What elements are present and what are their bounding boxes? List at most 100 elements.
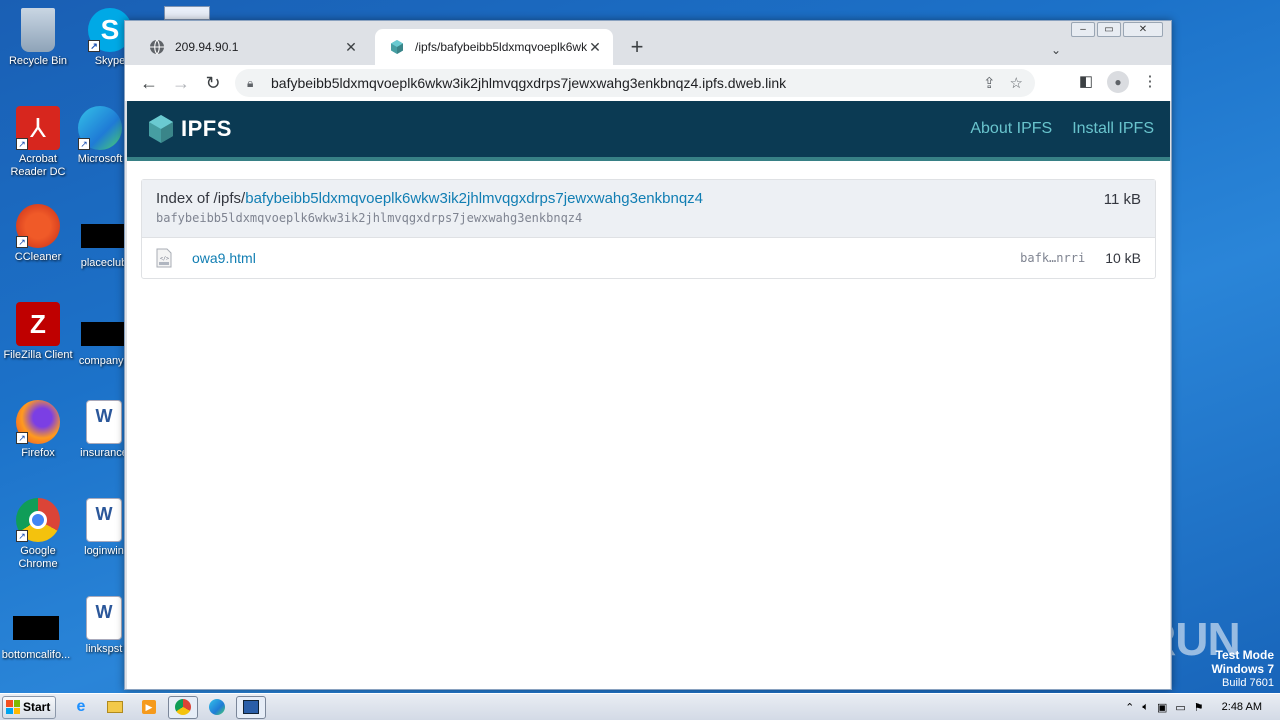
edge-icon: ↗ [78, 106, 122, 150]
url-text[interactable]: bafybeibb5ldxmqvoeplk6wkw3ik2jhlmvqgxdrp… [271, 75, 969, 91]
file-cid[interactable]: bafk…nrri [1020, 251, 1085, 265]
shortcut-arrow-icon: ↗ [16, 236, 28, 248]
network-icon[interactable]: ▣ [1157, 701, 1167, 714]
filezilla-icon: Z [16, 302, 60, 346]
header-nav: About IPFS Install IPFS [970, 120, 1154, 138]
chrome-icon[interactable] [168, 695, 198, 719]
word-document-icon: W [86, 596, 122, 640]
tab-title: 209.94.90.1 [175, 40, 239, 54]
chrome-icon: ↗ [16, 498, 60, 542]
file-thumbnail [81, 224, 127, 248]
tab-ip-address[interactable]: 209.94.90.1 ✕ [135, 29, 369, 65]
recycle-bin-icon [21, 8, 55, 52]
terminal-icon[interactable] [236, 695, 266, 719]
desktop-icon-label: Firefox [21, 447, 55, 459]
desktop-icon-recycle-bin[interactable]: Recycle Bin [0, 8, 76, 68]
about-ipfs-link[interactable]: About IPFS [970, 120, 1052, 138]
clock[interactable]: 2:48 AM [1222, 701, 1262, 713]
show-hidden-icons-icon[interactable]: ⌃ [1125, 701, 1134, 714]
acrobat-icon: ⅄ ↗ [16, 106, 60, 150]
logo-text: IPFS [181, 116, 232, 141]
side-panel-icon[interactable]: ◧ [1075, 71, 1097, 93]
tab-strip: 209.94.90.1 ✕ /ipfs/bafybeibb5ldxmqvoepl… [125, 29, 1171, 65]
desktop-icon-label: insurance [80, 447, 128, 459]
new-tab-button[interactable]: + [625, 35, 649, 59]
globe-icon [150, 39, 164, 55]
desktop-icon-ccleaner[interactable]: ↗ CCleaner [0, 204, 76, 264]
tab-search-chevron-icon[interactable]: ⌄ [1051, 43, 1061, 57]
toolbar-actions: ◧ ● ⋮ [1075, 71, 1161, 93]
shortcut-arrow-icon: ↗ [16, 432, 28, 444]
browser-window: – ▭ ✕ 209.94.90.1 ✕ /ipfs/bafybeibb5ldxm… [124, 20, 1172, 690]
file-row[interactable]: </> owa9.html bafk…nrri 10 kB [142, 238, 1155, 278]
ipfs-cube-icon [149, 115, 173, 143]
edge-icon[interactable] [202, 696, 232, 719]
page-content: IPFS About IPFS Install IPFS Index of /i… [127, 101, 1170, 689]
desktop-icon-label: bottomcalifo... [1, 649, 71, 661]
start-button[interactable]: Start [2, 695, 56, 719]
test-mode-notice: Test Mode Windows 7 Build 7601 [1211, 648, 1274, 690]
desktop-icon-label: Acrobat Reader DC [10, 153, 66, 178]
desktop-icon-label: Recycle Bin [8, 55, 68, 67]
back-arrow-icon[interactable]: ← [133, 73, 165, 94]
shortcut-arrow-icon: ↗ [88, 40, 100, 52]
menu-kebab-icon[interactable]: ⋮ [1139, 71, 1161, 93]
windows-version-line: Windows 7 [1211, 662, 1274, 676]
file-name-link[interactable]: owa9.html [192, 250, 1020, 266]
browser-toolbar: ← → ↻ 🔒︎ bafybeibb5ldxmqvoeplk6wkw3ik2jh… [125, 65, 1171, 101]
word-document-icon: W [86, 498, 122, 542]
desktop-icon-google-chrome[interactable]: ↗ Google Chrome [0, 498, 76, 571]
ipfs-cube-icon [391, 40, 403, 54]
build-line: Build 7601 [1222, 677, 1274, 689]
taskbar: Start e ▶ ⌃ 🔈︎ ▣ ▭ ⚑ 2:48 AM [0, 693, 1280, 720]
media-player-icon[interactable]: ▶ [134, 696, 164, 719]
file-size: 10 kB [1105, 250, 1141, 266]
action-center-flag-icon[interactable]: ⚑ [1194, 701, 1204, 714]
ccleaner-icon: ↗ [16, 204, 60, 248]
desktop-icon-label: Google Chrome [18, 545, 58, 570]
profile-avatar-icon[interactable]: ● [1107, 71, 1129, 93]
svg-text:</>: </> [160, 256, 169, 262]
tab-title: /ipfs/bafybeibb5ldxmqvoeplk6wkw3i [415, 40, 587, 54]
windows-flag-icon [6, 700, 20, 714]
explorer-icon[interactable] [100, 696, 130, 719]
bookmark-star-icon[interactable]: ☆ [1010, 74, 1023, 92]
cid-link[interactable]: bafybeibb5ldxmqvoeplk6wkw3ik2jhlmvqgxdrp… [245, 190, 703, 207]
close-tab-icon[interactable]: ✕ [343, 39, 359, 56]
address-bar[interactable]: 🔒︎ bafybeibb5ldxmqvoeplk6wkw3ik2jhlmvqgx… [235, 69, 1035, 97]
desktop-icon-label: companys [78, 355, 130, 367]
desktop-icon-label: Microsoft [77, 153, 123, 165]
install-ipfs-link[interactable]: Install IPFS [1072, 120, 1154, 138]
index-path-root: /ipfs/ [213, 190, 246, 207]
tab-ipfs-active[interactable]: /ipfs/bafybeibb5ldxmqvoeplk6wkw3i ✕ [375, 29, 613, 65]
firefox-icon: ↗ [16, 400, 60, 444]
shortcut-arrow-icon: ↗ [78, 138, 90, 150]
desktop-icon-label: FileZilla Client [3, 349, 73, 361]
shortcut-arrow-icon: ↗ [16, 530, 28, 542]
test-mode-line: Test Mode [1215, 648, 1274, 662]
volume-icon[interactable]: 🔈︎ [1142, 701, 1149, 714]
ie-icon[interactable]: e [66, 696, 96, 719]
forward-arrow-icon[interactable]: → [165, 73, 197, 94]
html-file-icon: </> [156, 248, 172, 268]
index-title: Index of /ipfs/bafybeibb5ldxmqvoeplk6wkw… [156, 190, 1141, 207]
index-prefix: Index of [156, 190, 214, 207]
cid-full: bafybeibb5ldxmqvoeplk6wkw3ik2jhlmvqgxdrp… [156, 211, 583, 225]
desktop-icon-label: linkspst [85, 643, 123, 655]
desktop-icon-firefox[interactable]: ↗ Firefox [0, 400, 76, 460]
shortcut-arrow-icon: ↗ [16, 138, 28, 150]
directory-listing: Index of /ipfs/bafybeibb5ldxmqvoeplk6wkw… [141, 179, 1156, 279]
desktop-icon-label: Skype [94, 55, 126, 67]
file-thumbnail [81, 322, 127, 346]
display-icon[interactable]: ▭ [1175, 701, 1185, 714]
desktop-icon-bottomcalifo[interactable]: bottomcalifo... [0, 606, 74, 662]
system-tray: ⌃ 🔈︎ ▣ ▭ ⚑ 2:48 AM [1125, 701, 1280, 714]
reload-icon[interactable]: ↻ [197, 73, 229, 94]
ipfs-logo[interactable]: IPFS [147, 114, 232, 144]
desktop-icon-filezilla[interactable]: Z FileZilla Client [0, 302, 76, 362]
desktop-icon-label: loginwin [84, 545, 124, 557]
listing-header: Index of /ipfs/bafybeibb5ldxmqvoeplk6wkw… [142, 180, 1155, 238]
close-tab-icon[interactable]: ✕ [587, 39, 603, 56]
file-thumbnail [13, 616, 59, 640]
share-icon[interactable]: ⇪ [983, 74, 996, 92]
